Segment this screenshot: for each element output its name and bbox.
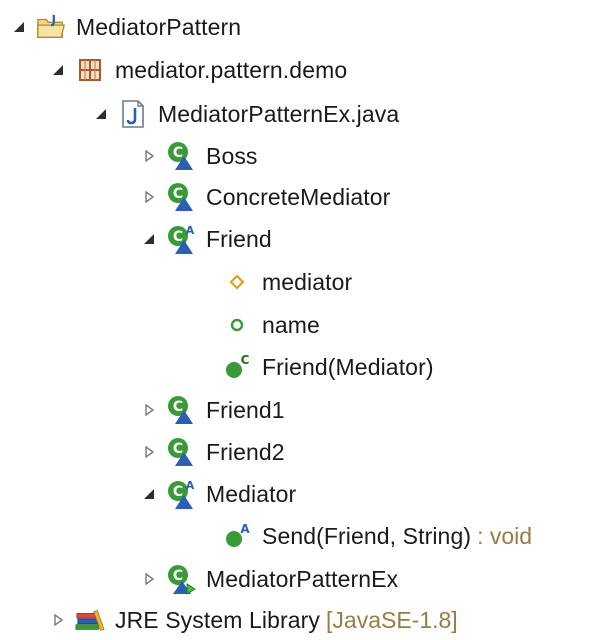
tree-item-label: Send(Friend, String) xyxy=(262,522,472,549)
return-type-label: : void xyxy=(477,522,533,549)
expanded-arrow-icon[interactable] xyxy=(138,228,160,250)
collapsed-arrow-icon[interactable] xyxy=(47,609,69,631)
tree-item-project[interactable]: MediatorPattern xyxy=(8,7,241,47)
java-project-folder-icon xyxy=(36,11,66,43)
tree-item-label: mediator.pattern.demo xyxy=(115,56,348,83)
svg-text:A: A xyxy=(186,479,195,492)
tree-item-label: MediatorPattern xyxy=(76,13,242,40)
collapsed-arrow-icon[interactable] xyxy=(138,568,160,590)
tree-item-field-name[interactable]: name xyxy=(222,305,320,345)
abstract-method-icon: A xyxy=(222,520,252,552)
tree-item-package[interactable]: mediator.pattern.demo xyxy=(47,50,347,90)
tree-item-class-mediator[interactable]: C A Mediator xyxy=(138,474,296,514)
svg-text:C: C xyxy=(173,484,183,500)
tree-item-label: mediator xyxy=(262,268,353,295)
jre-version-label: [JavaSE-1.8] xyxy=(326,606,458,633)
tree-item-label: JRE System Library xyxy=(115,606,321,633)
library-books-icon xyxy=(75,604,105,636)
svg-text:C: C xyxy=(173,399,183,415)
svg-text:C: C xyxy=(173,441,183,457)
package-icon xyxy=(75,54,105,86)
class-icon: C xyxy=(166,436,196,468)
collapsed-arrow-icon[interactable] xyxy=(138,145,160,167)
expanded-arrow-icon[interactable] xyxy=(138,483,160,505)
svg-text:A: A xyxy=(186,224,195,237)
tree-item-label: Friend xyxy=(206,225,272,252)
tree-item-label: Friend1 xyxy=(206,396,285,423)
svg-text:C: C xyxy=(173,145,183,161)
protected-field-icon xyxy=(222,266,252,298)
java-file-icon xyxy=(118,98,148,130)
tree-item-class-friend1[interactable]: C Friend1 xyxy=(138,390,285,430)
abstract-class-icon: C A xyxy=(166,223,196,255)
package-field-icon xyxy=(222,309,252,341)
tree-item-java-file[interactable]: MediatorPatternEx.java xyxy=(90,94,399,134)
tree-item-class-main[interactable]: C MediatorPatternEx xyxy=(138,559,398,599)
svg-text:A: A xyxy=(240,522,250,536)
class-icon: C xyxy=(166,181,196,213)
tree-item-label: Mediator xyxy=(206,480,297,507)
tree-item-label: MediatorPatternEx xyxy=(206,565,399,592)
tree-item-label: MediatorPatternEx.java xyxy=(158,100,400,127)
tree-item-label: Friend2 xyxy=(206,438,285,465)
package-explorer-tree: MediatorPattern mediator.pattern.demo Me… xyxy=(0,0,590,638)
tree-item-constructor-friend[interactable]: C Friend(Mediator) xyxy=(222,347,434,387)
collapsed-arrow-icon[interactable] xyxy=(138,399,160,421)
tree-item-label: Friend(Mediator) xyxy=(262,353,434,380)
collapsed-arrow-icon[interactable] xyxy=(138,441,160,463)
tree-item-method-send[interactable]: A Send(Friend, String) : void xyxy=(222,516,532,556)
tree-item-label: ConcreteMediator xyxy=(206,183,391,210)
expanded-arrow-icon[interactable] xyxy=(8,16,30,38)
constructor-icon: C xyxy=(222,351,252,383)
tree-item-label: name xyxy=(262,311,320,338)
expanded-arrow-icon[interactable] xyxy=(47,59,69,81)
svg-text:C: C xyxy=(173,229,183,245)
tree-item-class-boss[interactable]: C Boss xyxy=(138,136,258,176)
runnable-class-icon: C xyxy=(166,563,196,595)
tree-item-jre-library[interactable]: JRE System Library [JavaSE-1.8] xyxy=(47,600,458,640)
class-icon: C xyxy=(166,394,196,426)
tree-item-class-friend[interactable]: C A Friend xyxy=(138,219,272,259)
expanded-arrow-icon[interactable] xyxy=(90,103,112,125)
tree-item-field-mediator[interactable]: mediator xyxy=(222,262,352,302)
svg-text:C: C xyxy=(241,353,250,367)
tree-item-class-friend2[interactable]: C Friend2 xyxy=(138,432,285,472)
class-icon: C xyxy=(166,140,196,172)
collapsed-arrow-icon[interactable] xyxy=(138,186,160,208)
tree-item-label: Boss xyxy=(206,142,258,169)
abstract-class-icon: C A xyxy=(166,478,196,510)
svg-text:C: C xyxy=(173,186,183,202)
tree-item-class-concrete-mediator[interactable]: C ConcreteMediator xyxy=(138,177,390,217)
